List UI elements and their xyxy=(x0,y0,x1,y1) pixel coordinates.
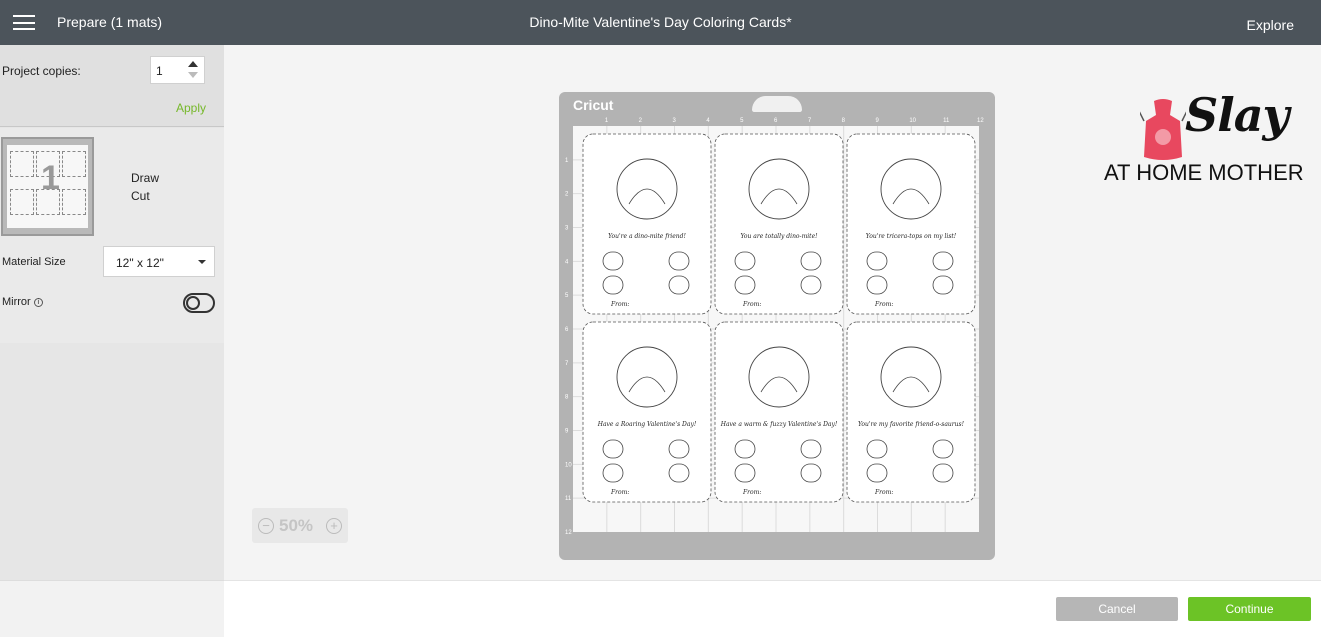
watermark-subtitle: AT HOME MOTHER xyxy=(1104,160,1304,185)
card-outline xyxy=(846,133,976,315)
ruler-tick-label: 6 xyxy=(774,118,778,124)
card-caption: Have a Roaring Valentine's Day! xyxy=(597,421,697,428)
mirror-label: Mirror i xyxy=(2,296,43,308)
thumbnail-card xyxy=(10,189,34,215)
apply-button[interactable]: Apply xyxy=(176,101,206,115)
ruler-tick-label: 8 xyxy=(565,395,569,401)
chevron-down-icon xyxy=(198,260,206,264)
material-size-value: 12" x 12" xyxy=(116,256,164,270)
project-copies-input[interactable]: 1 xyxy=(150,56,205,84)
zoom-in-icon[interactable]: + xyxy=(326,518,342,534)
project-copies-value[interactable]: 1 xyxy=(156,64,163,78)
card-caption: You are totally dino-mite! xyxy=(740,233,818,240)
ruler-tick-label: 12 xyxy=(565,530,572,536)
card-outline xyxy=(582,133,712,315)
ruler-tick-label: 11 xyxy=(943,118,950,124)
thumbnail-card xyxy=(10,151,34,177)
card-outline xyxy=(582,321,712,503)
mat-settings-panel: 1 Draw Cut Material Size 12" x 12" Mirro… xyxy=(0,128,224,343)
thumbnail-card xyxy=(62,151,86,177)
mirror-label-text: Mirror xyxy=(2,296,31,308)
operation-draw: Draw xyxy=(131,171,160,185)
copies-panel: Project copies: 1 Apply xyxy=(0,45,224,127)
zoom-level: 50% xyxy=(279,516,314,535)
cutting-mat: Cricut 1 2 3 4 5 6 7 8 9 10 11 12 1 2 3 4 5 6 7 8 9 10 11 12 Y… xyxy=(559,92,995,560)
ruler-tick-label: 8 xyxy=(842,118,846,124)
mat-thumbnail[interactable]: 1 xyxy=(1,137,94,236)
card-from-label: From: xyxy=(610,489,629,496)
card-outline xyxy=(846,321,976,503)
watermark-logo: Slay AT HOME MOTHER xyxy=(1100,88,1316,192)
ruler-tick-label: 7 xyxy=(808,118,812,124)
card-caption: Have a warm & fuzzy Valentine's Day! xyxy=(720,421,838,428)
ruler-tick-label: 7 xyxy=(565,361,569,367)
card-outline xyxy=(714,321,844,503)
card-caption: You're my favorite friend-o-saurus! xyxy=(858,421,965,428)
design-card: You're tricera-tops on my list! From: xyxy=(846,133,976,315)
footer-bar: Cancel Continue xyxy=(224,580,1321,637)
ruler-tick-label: 3 xyxy=(565,226,569,232)
zoom-control: − 50% + xyxy=(252,508,348,543)
card-caption: You're a dino-mite friend! xyxy=(608,233,686,240)
ruler-tick-label: 11 xyxy=(565,496,572,502)
ruler-tick-label: 1 xyxy=(565,158,569,164)
apron-icon xyxy=(1140,99,1186,160)
info-icon[interactable]: i xyxy=(33,298,43,307)
ruler-tick-label: 2 xyxy=(639,118,643,124)
card-caption: You're tricera-tops on my list! xyxy=(866,233,957,240)
project-copies-label: Project copies: xyxy=(2,64,81,78)
thumbnail-card xyxy=(62,189,86,215)
design-card: Have a warm & fuzzy Valentine's Day! From… xyxy=(714,321,844,503)
card-from-label: From: xyxy=(742,489,761,496)
ruler-tick-label: 9 xyxy=(565,429,569,435)
design-card: Have a Roaring Valentine's Day! From: xyxy=(582,321,712,503)
ruler-tick-label: 4 xyxy=(706,118,710,124)
mat-thumbnail-surface: 1 xyxy=(7,145,88,228)
ruler-tick-label: 1 xyxy=(605,118,609,124)
design-card: You're my favorite friend-o-saurus! From: xyxy=(846,321,976,503)
card-from-label: From: xyxy=(610,301,629,308)
ruler-tick-label: 5 xyxy=(740,118,744,124)
ruler-tick-label: 6 xyxy=(565,327,569,333)
explore-button[interactable]: Explore xyxy=(1247,17,1294,33)
ruler-left: 123456789101112 xyxy=(565,158,572,536)
sidebar: Project copies: 1 Apply 1 Draw Cut Mater… xyxy=(0,45,224,637)
design-card: You're a dino-mite friend! From: xyxy=(582,133,712,315)
ruler-tick-label: 3 xyxy=(673,118,677,124)
continue-button[interactable]: Continue xyxy=(1188,597,1311,621)
card-outline xyxy=(714,133,844,315)
toggle-knob xyxy=(186,296,200,310)
ruler-top: 1 2 3 4 5 6 7 8 9 10 11 12 xyxy=(605,118,985,124)
page-title: Prepare (1 mats) xyxy=(57,14,163,30)
ruler-tick-label: 4 xyxy=(565,259,569,265)
increment-arrow-icon[interactable] xyxy=(188,61,198,67)
mat-operations: Draw Cut xyxy=(131,169,159,205)
zoom-out-icon[interactable]: − xyxy=(258,518,274,534)
ruler-tick-label: 10 xyxy=(565,462,572,468)
project-title: Dino-Mite Valentine's Day Coloring Cards… xyxy=(529,14,792,30)
ruler-tick-label: 5 xyxy=(565,293,569,299)
card-from-label: From: xyxy=(742,301,761,308)
top-bar: Prepare (1 mats) Dino-Mite Valentine's D… xyxy=(0,0,1321,45)
decrement-arrow-icon[interactable] xyxy=(188,72,198,78)
material-size-label: Material Size xyxy=(2,256,66,268)
ruler-tick-label: 2 xyxy=(565,192,569,198)
ruler-tick-label: 9 xyxy=(876,118,880,124)
operation-cut: Cut xyxy=(131,189,150,203)
material-size-select[interactable]: 12" x 12" xyxy=(103,246,215,277)
card-from-label: From: xyxy=(874,489,893,496)
design-card: You are totally dino-mite! From: xyxy=(714,133,844,315)
mirror-toggle[interactable] xyxy=(183,293,215,313)
sidebar-footer xyxy=(0,581,224,637)
ruler-tick-label: 10 xyxy=(909,118,916,124)
hamburger-icon[interactable] xyxy=(13,15,35,30)
ruler-tick-label: 12 xyxy=(977,118,984,124)
card-from-label: From: xyxy=(874,301,893,308)
mat-number: 1 xyxy=(41,159,60,197)
cancel-button[interactable]: Cancel xyxy=(1056,597,1178,621)
watermark-title: Slay xyxy=(1185,88,1289,142)
mat-canvas: 1 2 3 4 5 6 7 8 9 10 11 12 123456789101112 You're a… xyxy=(565,118,985,536)
